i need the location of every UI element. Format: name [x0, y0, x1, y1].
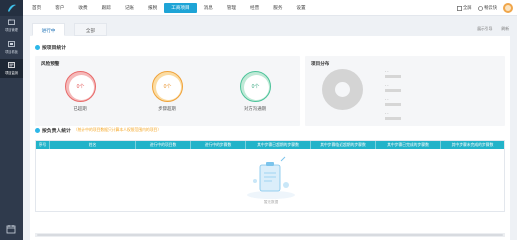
legend-item: - - — [385, 68, 460, 82]
legend-item: - - — [385, 82, 460, 96]
main-panel: 按项目统计 风险预警 0个 已超期 0个 步骤超期 0个 对方沟通期 项目分布 … — [30, 36, 510, 240]
card-title: 项目分布 — [311, 61, 330, 66]
top-navigation-bar: 首页 客户 收费 跟踪 记账 报税 工商项目 消息 管理 经营 服务 设置 全屏… — [23, 0, 517, 16]
legend-item: - - — [385, 110, 460, 124]
logo-icon — [7, 4, 16, 12]
section-title-by-project: 按项目统计 — [35, 44, 66, 51]
gauge-value: 0个 — [76, 84, 85, 90]
legend-item: - - — [385, 96, 460, 110]
sidebar-item-label: 项目管理 — [5, 28, 18, 32]
folder-icon — [8, 19, 15, 25]
switch-app-label: 畅云快 — [484, 5, 497, 10]
dashboard-icon — [8, 41, 15, 47]
column-header[interactable]: 其中步骤临近超期的步骤数 — [311, 141, 376, 149]
column-header[interactable]: 其中步骤已完成的步骤数 — [376, 141, 441, 149]
legend-bar — [385, 89, 401, 92]
nav-item-customer[interactable]: 客户 — [48, 3, 71, 13]
section-title-text: 按项目统计 — [42, 46, 66, 51]
legend-label: - - — [385, 69, 389, 73]
scrollbar-thumb[interactable] — [37, 234, 503, 236]
switch-app-button[interactable]: 畅云快 — [477, 5, 497, 11]
calendar-icon[interactable] — [6, 224, 16, 234]
top-right-tools: 全屏 畅云快 — [456, 3, 513, 13]
app-logo[interactable] — [0, 0, 23, 16]
gauge-value: 0个 — [251, 84, 260, 90]
legend-bar — [385, 117, 401, 120]
legend-label: - - — [385, 111, 389, 115]
sidebar-item-project-board[interactable]: 项目看板 — [0, 38, 23, 57]
legend-bar — [385, 75, 401, 78]
empty-state: 暂无数据 — [241, 155, 301, 207]
column-header[interactable]: 序号 — [36, 141, 50, 149]
sidebar-item-label: 项目看板 — [5, 50, 18, 54]
tab-operations: 展示引导 刷新 — [468, 27, 509, 32]
section-title-text: 按负责人统计 — [42, 129, 71, 134]
nav-item-operate[interactable]: 经营 — [243, 3, 266, 13]
tab-in-progress[interactable]: 进行中 — [32, 23, 65, 36]
gauge-label: 对方沟通期 — [244, 106, 266, 111]
refresh-button[interactable]: 刷新 — [501, 27, 509, 32]
nav-item-manage[interactable]: 管理 — [220, 3, 243, 13]
distribution-legend: - - - - - - - - — [385, 68, 460, 124]
nav-item-track[interactable]: 跟踪 — [95, 3, 118, 13]
sidebar-item-project-monitor[interactable]: 项目监测 — [0, 59, 23, 78]
tab-bar: 进行中 全部 展示引导 刷新 — [23, 23, 517, 36]
empty-clipboard-icon — [247, 156, 295, 199]
gauge-label: 已超期 — [73, 106, 87, 111]
nav-item-service[interactable]: 服务 — [266, 3, 289, 13]
distribution-donut-chart — [322, 69, 363, 110]
nav-item-settings[interactable]: 设置 — [289, 3, 312, 13]
column-header[interactable]: 其中步骤未完成的步骤数 — [441, 141, 504, 149]
communication-gauge[interactable]: 0个 — [240, 71, 271, 102]
nav-item-tax[interactable]: 报税 — [141, 3, 164, 13]
project-distribution-card: 项目分布 - - - - - - - - — [305, 56, 505, 126]
fullscreen-label: 全屏 — [463, 5, 472, 10]
nav-item-message[interactable]: 消息 — [197, 3, 220, 13]
fullscreen-icon — [456, 5, 462, 11]
empty-state-text: 暂无数据 — [263, 200, 279, 204]
user-avatar[interactable] — [503, 3, 513, 13]
legend-bar — [385, 103, 401, 106]
show-guide-button[interactable]: 展示引导 — [477, 27, 492, 32]
gauge-label: 步骤超期 — [158, 106, 176, 111]
nav-item-business-project[interactable]: 工商项目 — [164, 3, 197, 13]
card-title: 风险预警 — [41, 61, 60, 66]
legend-label: - - — [385, 83, 389, 87]
monitor-icon — [8, 62, 15, 68]
tab-all[interactable]: 全部 — [74, 23, 107, 36]
overdue-gauge[interactable]: 0个 — [65, 71, 96, 102]
nav-item-charge[interactable]: 收费 — [71, 3, 94, 13]
staff-stats-table: 序号 姓名 进行中的项目数 进行中的步骤数 其中步骤已超期的步骤数 其中步骤临近… — [35, 140, 505, 212]
section-dot-icon — [35, 128, 40, 133]
legend-label: - - — [385, 97, 389, 101]
main-nav: 首页 客户 收费 跟踪 记账 报税 工商项目 消息 管理 经营 服务 设置 — [25, 3, 313, 13]
risk-warning-card: 风险预警 0个 已超期 0个 步骤超期 0个 对方沟通期 — [35, 56, 300, 126]
section-title-by-staff: 按负责人统计 （统计中的项目数据只计算本人权限范围内的项目） — [35, 127, 161, 134]
section-dot-icon — [35, 45, 40, 50]
column-header[interactable]: 姓名 — [50, 141, 136, 149]
sidebar-item-project-manage[interactable]: 项目管理 — [0, 16, 23, 35]
gauge-value: 0个 — [163, 84, 172, 90]
fullscreen-button[interactable]: 全屏 — [456, 5, 472, 11]
column-header[interactable]: 进行中的项目数 — [136, 141, 191, 149]
column-header[interactable]: 进行中的步骤数 — [191, 141, 246, 149]
table-header: 序号 姓名 进行中的项目数 进行中的步骤数 其中步骤已超期的步骤数 其中步骤临近… — [36, 141, 504, 149]
sidebar: 项目管理 项目看板 项目监测 — [0, 0, 23, 240]
step-overdue-gauge[interactable]: 0个 — [152, 71, 183, 102]
horizontal-scrollbar[interactable] — [35, 233, 505, 237]
nav-item-home[interactable]: 首页 — [25, 3, 48, 13]
nav-item-bookkeeping[interactable]: 记账 — [118, 3, 141, 13]
column-header[interactable]: 其中步骤已超期的步骤数 — [246, 141, 311, 149]
section-subtitle: （统计中的项目数据只计算本人权限范围内的项目） — [73, 128, 162, 132]
cloud-icon — [477, 5, 483, 11]
sidebar-item-label: 项目监测 — [5, 71, 18, 75]
